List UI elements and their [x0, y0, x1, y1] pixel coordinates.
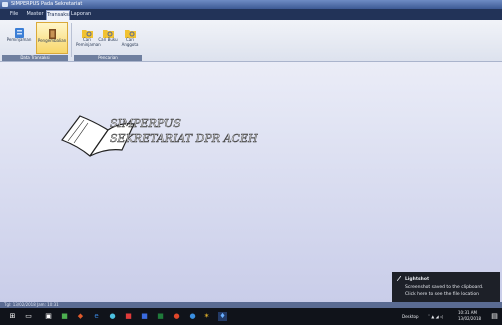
tray-date[interactable]: 13/02/2018 — [458, 316, 481, 322]
word-icon[interactable]: ■ — [140, 312, 149, 321]
cari-anggota-label: Cari Anggota — [121, 37, 139, 47]
peminjaman-label: Peminjaman — [6, 37, 32, 42]
group-label-transaksi: Data Transaksi — [2, 55, 68, 61]
notification-line1: Screenshot saved to the clipboard. — [405, 285, 484, 290]
app-icon-green[interactable]: ■ — [60, 312, 69, 321]
pengembalian-button[interactable]: Pengembalian — [36, 22, 68, 54]
search-folder-icon — [124, 24, 137, 38]
notification-center-icon[interactable]: ▤ — [490, 312, 499, 321]
edge-icon[interactable]: e — [92, 312, 101, 321]
cari-anggota-button[interactable]: Cari Anggota — [118, 22, 142, 54]
tray-icons[interactable]: ˄ ▲ ◢ ◁ — [428, 312, 443, 321]
app-icon-orange[interactable]: ◆ — [76, 312, 85, 321]
search-folder-icon — [102, 24, 115, 38]
taskbar: ⊞ ▭ ▣ ■ ◆ e ● ■ ■ ■ ● ● ✶ ♦ Desktop ˄ ▲ … — [0, 308, 502, 325]
notification-title: Lightshot — [405, 277, 430, 282]
group-label-pencarian: Pencarian — [74, 55, 142, 61]
menu-transaksi[interactable]: Transaksi — [46, 10, 70, 20]
app-icon — [2, 2, 8, 7]
app-icon-red2[interactable]: ● — [172, 312, 181, 321]
cari-peminjaman-button[interactable]: Cari Peminjaman — [76, 22, 101, 54]
app-window: SIMPERPUS Pada Sekretariat File Master T… — [0, 0, 502, 302]
return-book-icon — [46, 25, 59, 39]
ribbon: Peminjaman Pengembalian Data Transaksi C… — [0, 20, 502, 62]
cari-peminjaman-label: Cari Peminjaman — [76, 37, 101, 47]
peminjaman-button[interactable]: Peminjaman — [4, 22, 34, 54]
feather-icon — [396, 275, 402, 282]
app-icon-blue[interactable]: ● — [188, 312, 197, 321]
notification-toast[interactable]: Lightshot Screenshot saved to the clipbo… — [392, 272, 500, 302]
menu-bar: File Master Transaksi Laporan — [0, 9, 502, 20]
menu-file[interactable]: File — [6, 10, 22, 19]
ribbon-group-pencarian: Cari Peminjaman Cari Buku Cari Anggota P… — [72, 20, 144, 61]
title-bar: SIMPERPUS Pada Sekretariat — [0, 0, 502, 9]
borrow-icon — [13, 24, 26, 38]
task-view-icon[interactable]: ▭ — [24, 312, 33, 321]
notification-line2: Click here to see the file location — [405, 292, 479, 297]
simperpus-taskbar-icon[interactable]: ♦ — [218, 312, 227, 321]
app-icon-yellow[interactable]: ✶ — [202, 312, 211, 321]
cari-buku-button[interactable]: Cari Buku — [98, 22, 118, 54]
start-icon[interactable]: ⊞ — [8, 312, 17, 321]
cari-buku-label: Cari Buku — [98, 37, 118, 42]
logo-subtitle: SEKRETARIAT DPR ACEH — [110, 132, 258, 146]
explorer-icon[interactable]: ▣ — [44, 312, 53, 321]
search-folder-icon — [81, 24, 94, 38]
desktop-label[interactable]: Desktop — [402, 312, 419, 321]
window-title: SIMPERPUS Pada Sekretariat — [11, 1, 83, 7]
menu-laporan[interactable]: Laporan — [70, 10, 92, 19]
excel-icon[interactable]: ■ — [156, 312, 165, 321]
logo-title: SIMPERPUS — [110, 117, 181, 131]
menu-master[interactable]: Master — [25, 10, 45, 19]
pengembalian-label: Pengembalian — [37, 38, 67, 43]
chrome-icon[interactable]: ● — [108, 312, 117, 321]
app-icon-red[interactable]: ■ — [124, 312, 133, 321]
ribbon-group-transaksi: Peminjaman Pengembalian Data Transaksi — [0, 20, 70, 61]
